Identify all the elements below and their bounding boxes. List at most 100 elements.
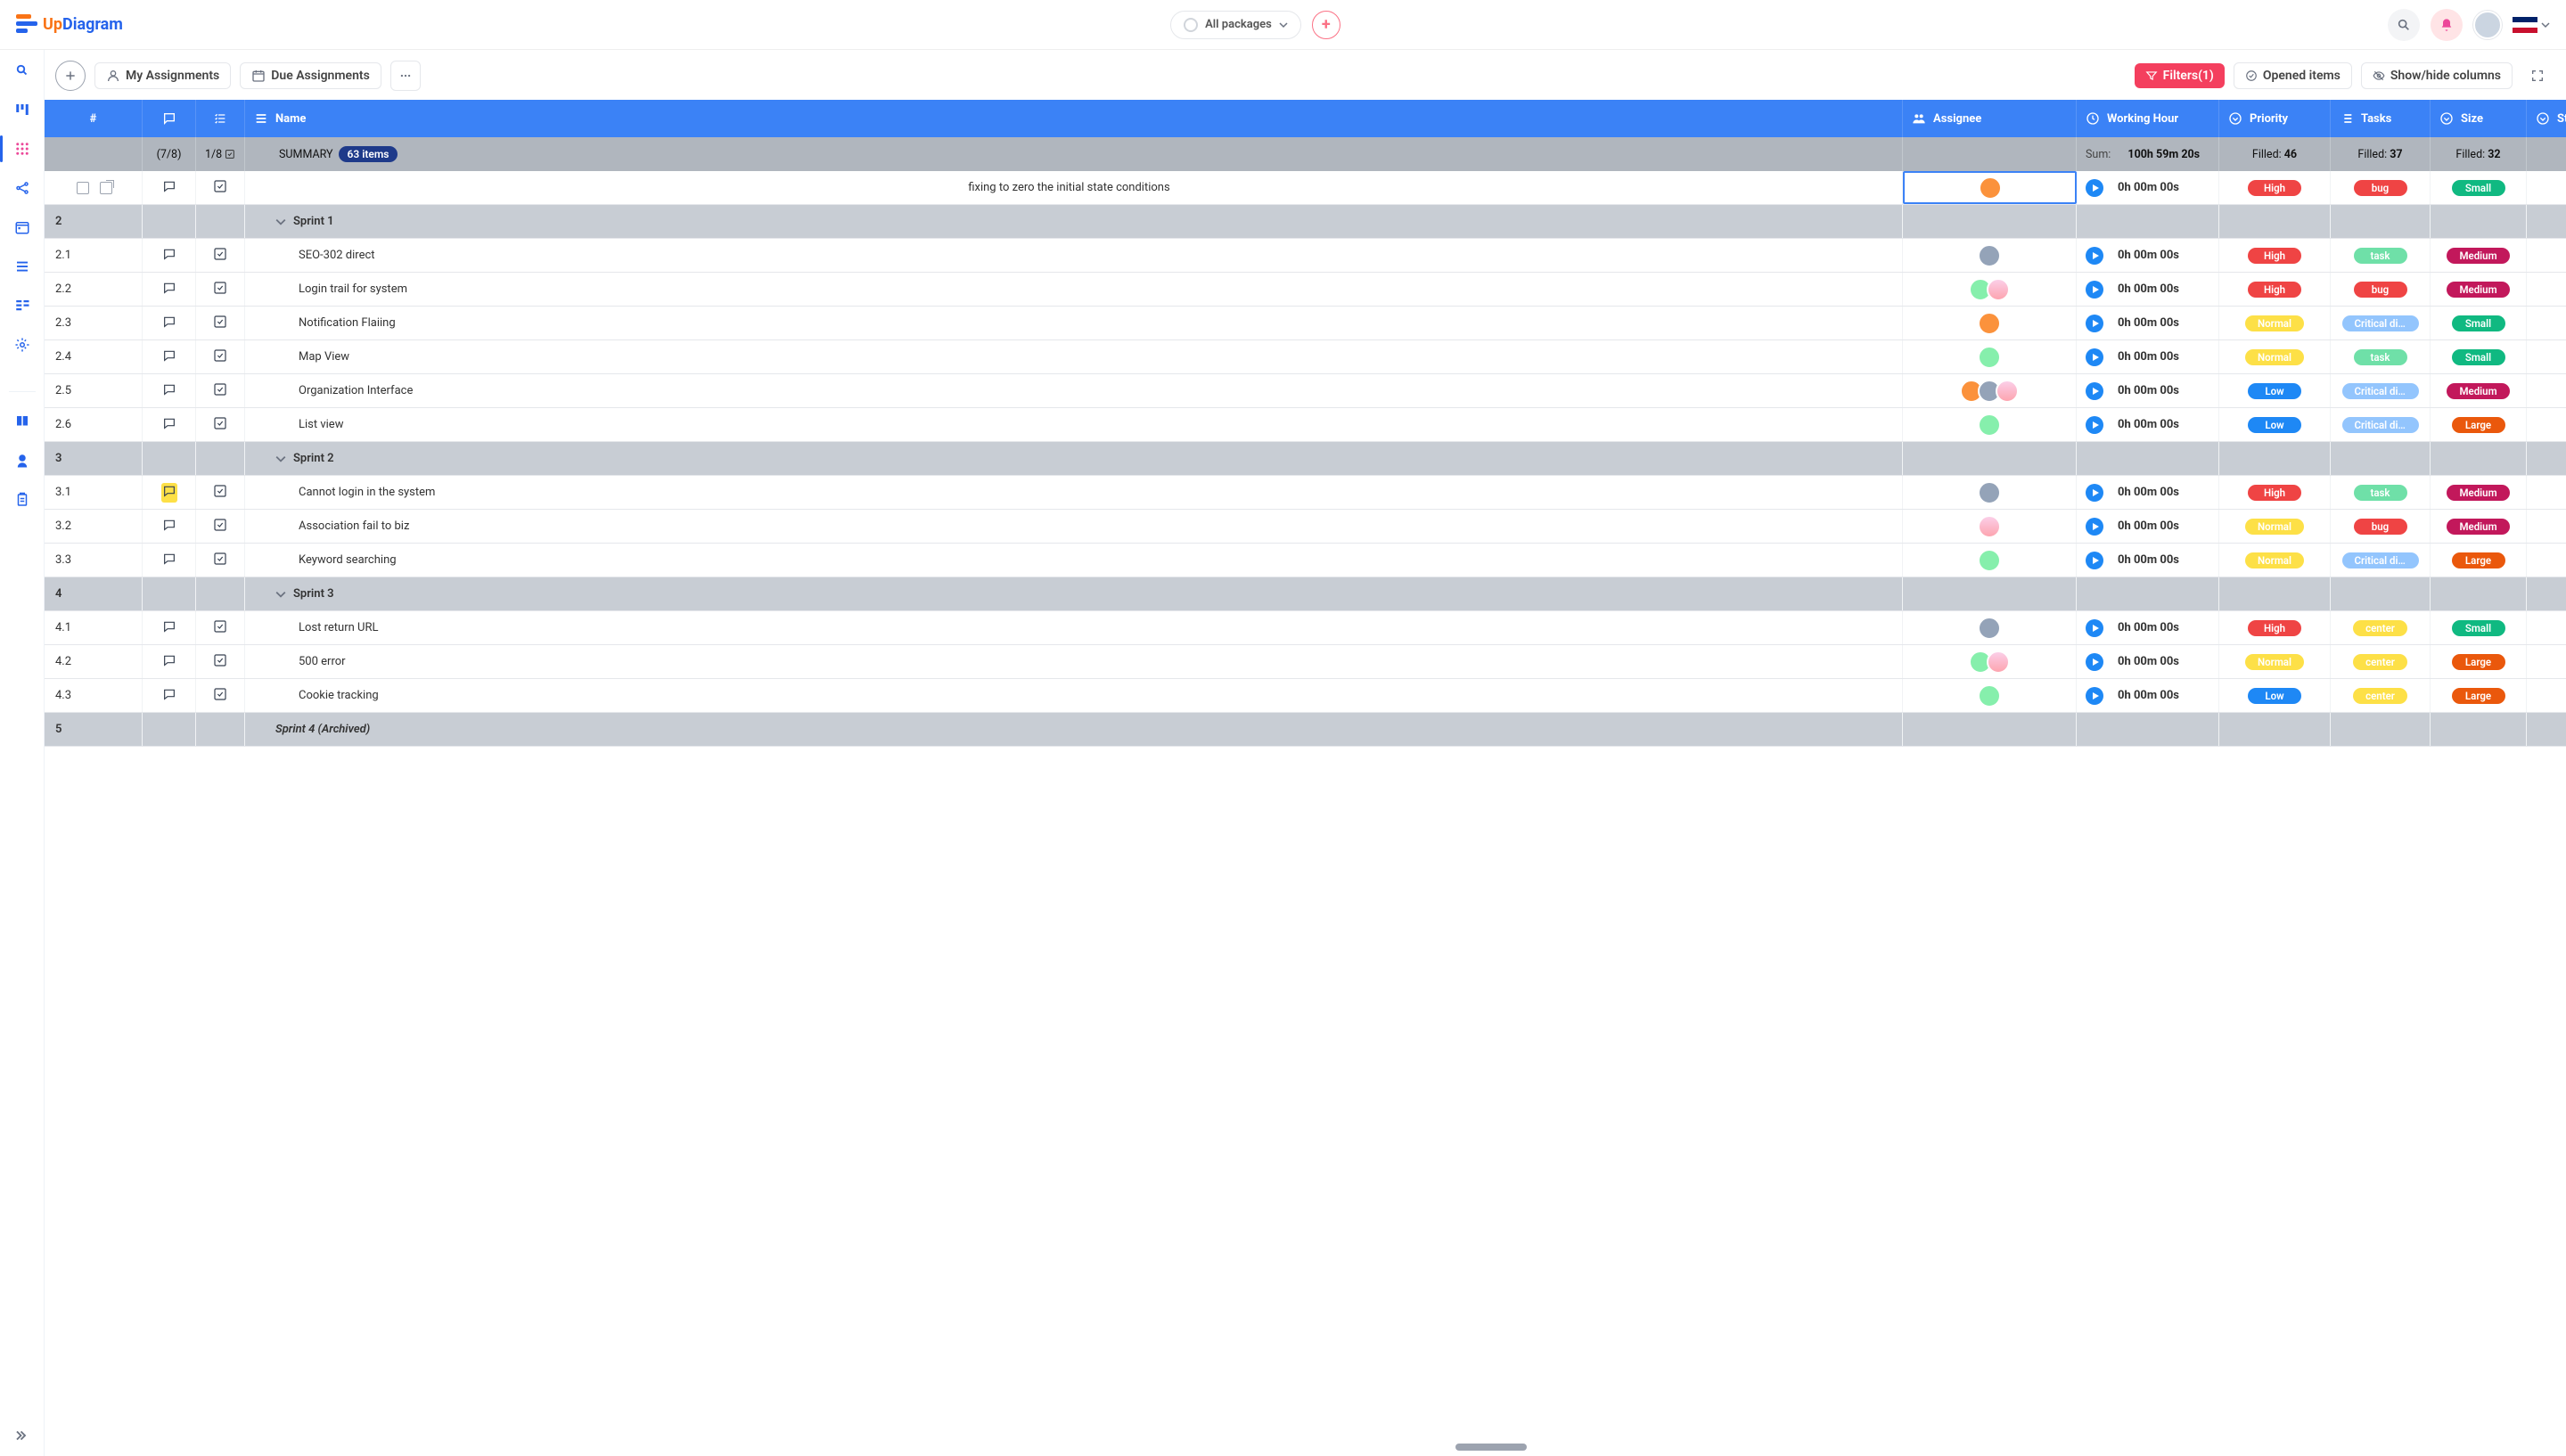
- col-tasks[interactable]: Tasks: [2331, 100, 2431, 137]
- col-checklist[interactable]: [196, 100, 245, 137]
- assignee-avatar[interactable]: [1979, 176, 2002, 200]
- checklist-icon[interactable]: [213, 653, 227, 671]
- due-assignments-button[interactable]: Due Assignments: [240, 62, 381, 89]
- table-row[interactable]: 3.1Cannot login in the system0h 00m 00sH…: [45, 476, 2566, 510]
- assignee-avatar[interactable]: [1978, 549, 2001, 572]
- row-checkbox[interactable]: [77, 182, 89, 194]
- task-pill[interactable]: Critical digita...: [2342, 383, 2419, 399]
- search-button[interactable]: [2388, 9, 2420, 41]
- play-button[interactable]: [2086, 416, 2103, 434]
- play-button[interactable]: [2086, 619, 2103, 637]
- add-item-button[interactable]: [55, 61, 86, 91]
- priority-pill[interactable]: Low: [2248, 417, 2301, 433]
- show-hide-columns-button[interactable]: Show/hide columns: [2361, 62, 2513, 89]
- checklist-icon[interactable]: [213, 687, 227, 705]
- checklist-icon[interactable]: [213, 416, 227, 434]
- col-comments[interactable]: [143, 100, 196, 137]
- priority-pill[interactable]: High: [2248, 248, 2301, 264]
- col-assignee[interactable]: Assignee: [1903, 100, 2077, 137]
- size-pill[interactable]: Large: [2452, 688, 2505, 704]
- comment-icon[interactable]: [162, 281, 176, 299]
- assignee-avatar[interactable]: [1978, 617, 2001, 640]
- play-button[interactable]: [2086, 315, 2103, 332]
- assignee-avatar[interactable]: [1978, 481, 2001, 504]
- assignee-avatar[interactable]: [1996, 380, 2019, 403]
- group-row[interactable]: 5Sprint 4 (Archived): [45, 713, 2566, 747]
- row-assignee[interactable]: [1903, 239, 2077, 272]
- checklist-icon[interactable]: [213, 281, 227, 299]
- rail-settings-icon[interactable]: [12, 335, 32, 355]
- comment-icon[interactable]: [162, 687, 176, 705]
- filters-button[interactable]: Filters(1): [2135, 63, 2225, 88]
- comment-icon[interactable]: [162, 247, 176, 265]
- task-pill[interactable]: bug: [2354, 519, 2407, 535]
- play-button[interactable]: [2086, 281, 2103, 299]
- task-pill[interactable]: Critical digita...: [2342, 315, 2419, 331]
- size-pill[interactable]: Large: [2452, 552, 2505, 568]
- col-name[interactable]: Name: [245, 100, 1903, 137]
- size-pill[interactable]: Small: [2452, 180, 2505, 196]
- col-index[interactable]: #: [45, 100, 143, 137]
- row-assignee[interactable]: [1903, 307, 2077, 339]
- rail-grid-icon[interactable]: [12, 139, 32, 159]
- language-flag[interactable]: [2513, 17, 2550, 33]
- priority-pill[interactable]: Low: [2248, 688, 2301, 704]
- rail-support-icon[interactable]: [12, 451, 32, 470]
- rail-search-icon[interactable]: [12, 61, 32, 80]
- row-assignee[interactable]: [1903, 374, 2077, 407]
- checklist-icon[interactable]: [213, 484, 227, 502]
- fullscreen-button[interactable]: [2525, 63, 2550, 88]
- play-button[interactable]: [2086, 484, 2103, 502]
- notifications-button[interactable]: [2431, 9, 2463, 41]
- priority-pill[interactable]: High: [2248, 485, 2301, 501]
- rail-list-icon[interactable]: [12, 257, 32, 276]
- priority-pill[interactable]: Normal: [2245, 315, 2304, 331]
- play-button[interactable]: [2086, 552, 2103, 569]
- size-pill[interactable]: Medium: [2447, 519, 2509, 535]
- assignee-avatar[interactable]: [1987, 650, 2010, 674]
- comment-icon[interactable]: [162, 619, 176, 637]
- task-pill[interactable]: center: [2353, 688, 2407, 704]
- packages-dropdown[interactable]: All packages: [1170, 11, 1301, 39]
- comment-icon[interactable]: [162, 416, 176, 434]
- priority-pill[interactable]: High: [2248, 282, 2301, 298]
- task-pill[interactable]: Critical digita...: [2342, 417, 2419, 433]
- rail-expand-icon[interactable]: [12, 1426, 32, 1445]
- task-pill[interactable]: Critical digita...: [2342, 552, 2419, 568]
- rail-book-icon[interactable]: [12, 412, 32, 431]
- priority-pill[interactable]: Low: [2248, 383, 2301, 399]
- col-trailing[interactable]: St: [2527, 100, 2566, 137]
- size-pill[interactable]: Medium: [2447, 485, 2509, 501]
- row-assignee[interactable]: [1903, 510, 2077, 543]
- assignee-avatar[interactable]: [1978, 312, 2001, 335]
- priority-pill[interactable]: Normal: [2245, 349, 2304, 365]
- table-row[interactable]: 4.1Lost return URL0h 00m 00sHighcenterSm…: [45, 611, 2566, 645]
- play-button[interactable]: [2086, 179, 2103, 197]
- priority-pill[interactable]: Normal: [2245, 519, 2304, 535]
- priority-pill[interactable]: High: [2248, 180, 2301, 196]
- row-assignee[interactable]: [1903, 679, 2077, 712]
- size-pill[interactable]: Medium: [2447, 383, 2509, 399]
- comment-icon[interactable]: [162, 653, 176, 671]
- checklist-icon[interactable]: [213, 247, 227, 265]
- table-row[interactable]: 4.2500 error0h 00m 00sNormalcenterLarge: [45, 645, 2566, 679]
- comment-highlighted-icon[interactable]: [161, 483, 177, 503]
- comment-icon[interactable]: [162, 382, 176, 400]
- user-avatar[interactable]: [2473, 11, 2502, 39]
- assignee-avatar[interactable]: [1978, 515, 2001, 538]
- checklist-icon[interactable]: [213, 315, 227, 332]
- row-assignee[interactable]: [1903, 645, 2077, 678]
- row-assignee[interactable]: [1903, 171, 2077, 204]
- row-assignee[interactable]: [1903, 408, 2077, 441]
- my-assignments-button[interactable]: My Assignments: [94, 62, 231, 89]
- size-pill[interactable]: Medium: [2447, 248, 2509, 264]
- checklist-icon[interactable]: [213, 179, 227, 197]
- opened-items-button[interactable]: Opened items: [2234, 62, 2352, 89]
- comment-icon[interactable]: [162, 179, 176, 197]
- task-pill[interactable]: task: [2354, 485, 2407, 501]
- checklist-icon[interactable]: [213, 382, 227, 400]
- checklist-icon[interactable]: [213, 348, 227, 366]
- table-row[interactable]: fixing to zero the initial state conditi…: [45, 171, 2566, 205]
- table-row[interactable]: 2.3Notification Flaiing0h 00m 00sNormalC…: [45, 307, 2566, 340]
- play-button[interactable]: [2086, 348, 2103, 366]
